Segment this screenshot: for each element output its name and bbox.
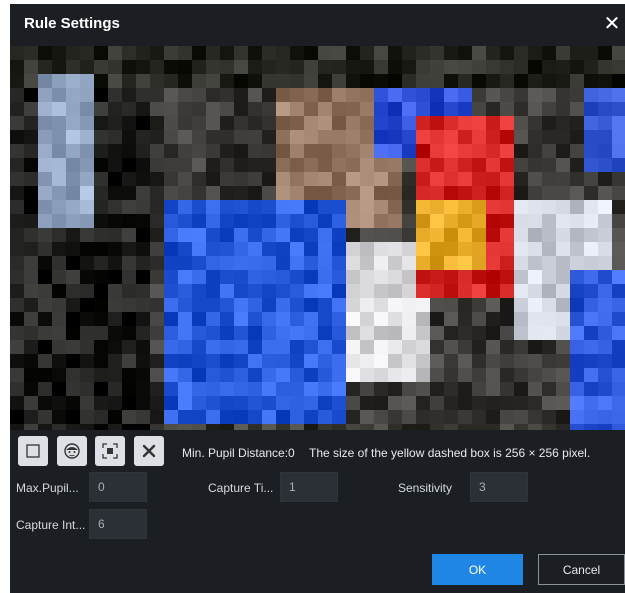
max-pupil-input[interactable]: 0 [89, 472, 147, 502]
video-preview[interactable] [10, 46, 625, 430]
capture-interval-input[interactable]: 6 [89, 509, 147, 539]
ok-button[interactable]: OK [432, 554, 523, 585]
draw-rectangle-icon [26, 444, 40, 458]
rule-settings-dialog: Rule Settings ✕ Min. Pupil Distance:0 Th… [10, 4, 625, 593]
capture-interval-label: Capture Int... [16, 518, 86, 532]
capture-time-label: Capture Ti... [208, 481, 274, 495]
cancel-button[interactable]: Cancel [538, 554, 625, 585]
dialog-title: Rule Settings [24, 15, 120, 32]
tool-row: Min. Pupil Distance:0 The size of the ye… [10, 432, 625, 472]
delete-icon [142, 444, 156, 458]
sensitivity-input[interactable]: 3 [470, 472, 528, 502]
face-button[interactable] [57, 436, 87, 466]
target-box-button[interactable] [95, 436, 125, 466]
target-box-icon [102, 443, 118, 459]
capture-time-input[interactable]: 1 [280, 472, 338, 502]
close-icon[interactable]: ✕ [601, 12, 623, 36]
draw-rectangle-button[interactable] [18, 436, 48, 466]
sensitivity-label: Sensitivity [398, 481, 453, 495]
min-pupil-text: Min. Pupil Distance:0 [182, 446, 295, 460]
title-bar: Rule Settings ✕ [10, 4, 625, 46]
face-icon [64, 443, 80, 459]
delete-button[interactable] [134, 436, 164, 466]
box-size-text: The size of the yellow dashed box is 256… [309, 446, 591, 460]
pixelated-frame [10, 46, 625, 430]
max-pupil-label: Max.Pupil... [16, 481, 79, 495]
